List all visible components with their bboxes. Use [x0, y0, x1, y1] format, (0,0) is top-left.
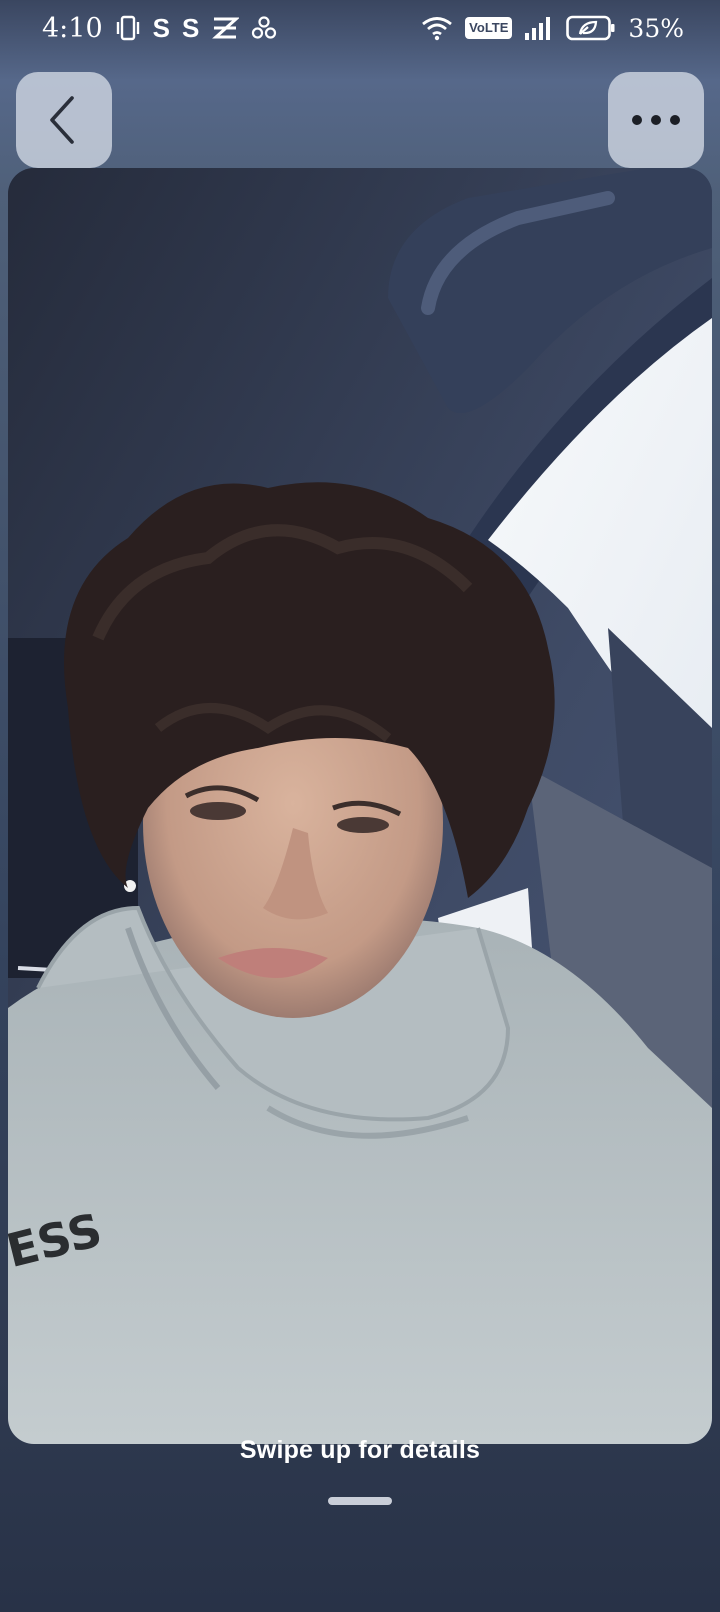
status-time: 4:10 [42, 12, 103, 44]
s-app-icon: S [181, 12, 200, 43]
vibrate-icon [115, 13, 141, 43]
swipe-up-hint: Swipe up for details [239, 1436, 481, 1464]
s-app-icon: S [152, 12, 170, 43]
status-left: 4:10 S S [42, 13, 277, 44]
more-horizontal-icon [632, 115, 680, 125]
selfie-photo[interactable]: ESS [8, 168, 712, 1444]
status-bar: 4:10 S S VoLTE 35% [0, 0, 720, 56]
volte-icon: VoLTE [465, 17, 513, 39]
capcut-icon [211, 13, 240, 43]
chevron-left-icon [50, 96, 74, 144]
status-right: VoLTE 35% [421, 13, 684, 43]
back-button[interactable] [16, 72, 112, 168]
more-options-button[interactable] [608, 72, 704, 168]
battery-percent: 35% [628, 13, 684, 43]
wifi-icon [421, 13, 453, 43]
fan-icon [251, 13, 277, 43]
battery-saver-icon [566, 13, 616, 43]
signal-icon [524, 13, 554, 43]
swipe-handle[interactable] [328, 1497, 392, 1505]
